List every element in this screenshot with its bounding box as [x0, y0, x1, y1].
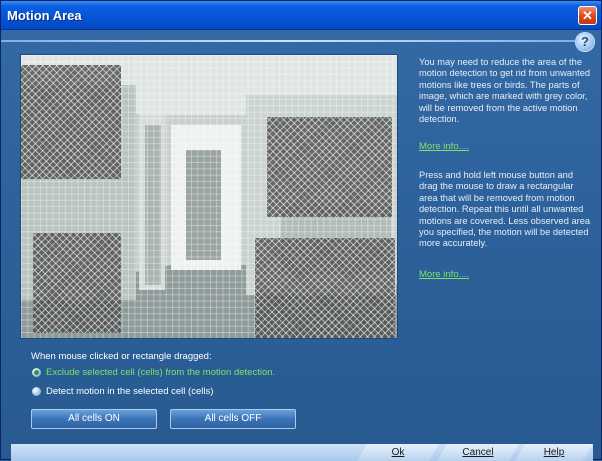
- detect-option[interactable]: Detect motion in the selected cell (cell…: [31, 384, 213, 398]
- title-bar[interactable]: Motion Area ✕: [1, 1, 601, 30]
- all-cells-on-button[interactable]: All cells ON: [31, 409, 157, 429]
- selection-mode-label: When mouse clicked or rectangle dragged:: [31, 351, 212, 362]
- excluded-area[interactable]: [267, 117, 392, 217]
- radio-unchecked-icon[interactable]: [31, 385, 42, 397]
- ok-button[interactable]: Ok: [357, 444, 439, 461]
- help-button[interactable]: Help: [515, 444, 593, 461]
- excluded-area[interactable]: [255, 238, 395, 338]
- excluded-area[interactable]: [33, 233, 121, 333]
- close-icon: ✕: [582, 8, 593, 23]
- more-info-link-1[interactable]: More info....: [419, 141, 469, 152]
- excluded-area[interactable]: [21, 65, 121, 179]
- header-separator: [1, 40, 575, 42]
- exclude-option-label: Exclude selected cell (cells) from the m…: [46, 366, 276, 378]
- radio-checked-icon[interactable]: [31, 366, 42, 378]
- close-button[interactable]: ✕: [578, 6, 597, 25]
- info-text-1: You may need to reduce the area of the m…: [419, 57, 591, 125]
- cancel-button[interactable]: Cancel: [437, 444, 519, 461]
- more-info-link-2[interactable]: More info....: [419, 269, 469, 280]
- help-button-label: Help: [543, 447, 565, 458]
- all-cells-off-button[interactable]: All cells OFF: [170, 409, 296, 429]
- window-title: Motion Area: [7, 8, 82, 23]
- motion-area-dialog: Motion Area ✕ ? You may need to reduce t…: [0, 0, 602, 461]
- cancel-button-label: Cancel: [462, 447, 494, 458]
- ok-button-label: Ok: [391, 447, 405, 458]
- exclude-option[interactable]: Exclude selected cell (cells) from the m…: [31, 365, 275, 379]
- camera-preview[interactable]: [20, 54, 398, 339]
- detect-option-label: Detect motion in the selected cell (cell…: [46, 385, 214, 397]
- help-icon[interactable]: ?: [576, 33, 594, 51]
- info-text-2: Press and hold left mouse button and dra…: [419, 170, 591, 249]
